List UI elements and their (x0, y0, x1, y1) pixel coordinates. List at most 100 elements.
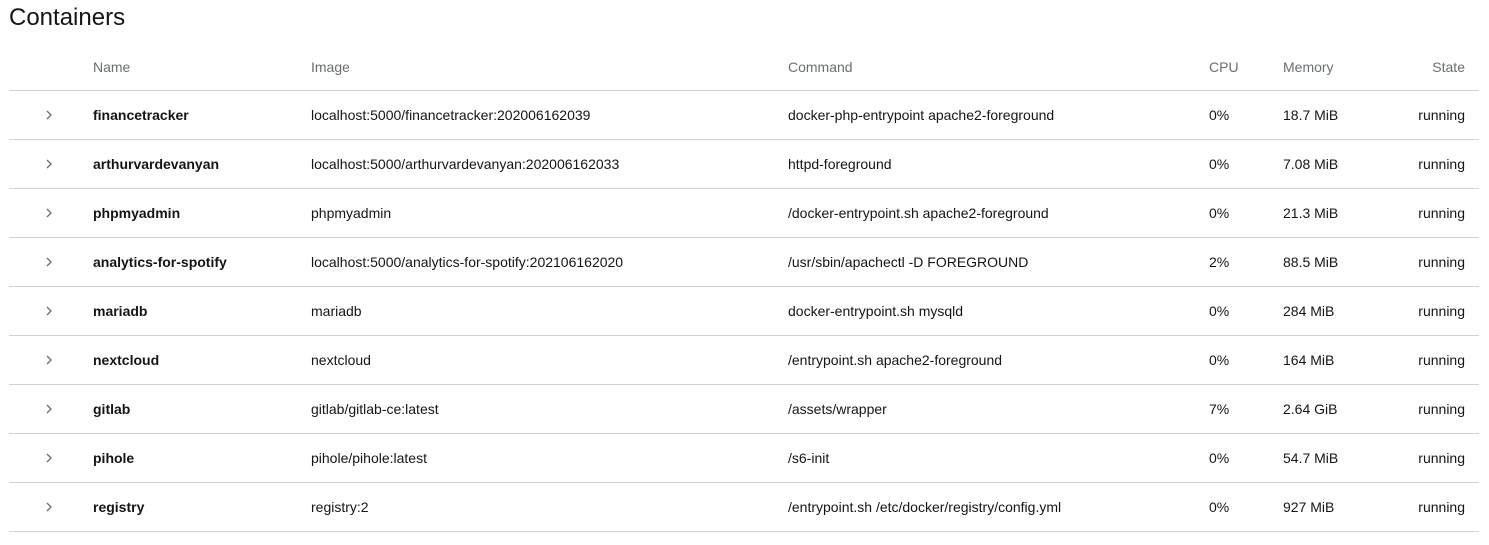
expand-row-button[interactable] (37, 299, 61, 323)
container-cpu: 0% (1209, 205, 1230, 221)
container-state: running (1418, 303, 1465, 319)
table-row[interactable]: mariadb mariadb docker-entrypoint.sh mys… (9, 287, 1479, 336)
expand-row-button[interactable] (37, 250, 61, 274)
container-state: running (1418, 450, 1465, 466)
row-toggle-cell (37, 91, 61, 139)
container-state: running (1418, 499, 1465, 515)
container-name: registry (93, 499, 145, 515)
container-name: mariadb (93, 303, 148, 319)
table-row[interactable]: pihole pihole/pihole:latest /s6-init 0% … (9, 434, 1479, 483)
chevron-right-icon (46, 355, 52, 365)
header-command[interactable]: Command (788, 43, 853, 90)
chevron-right-icon (46, 110, 52, 120)
chevron-right-icon (46, 453, 52, 463)
container-name: analytics-for-spotify (93, 254, 227, 270)
container-name-cell: pihole (93, 434, 134, 482)
container-command: docker-php-entrypoint apache2-foreground (788, 107, 1055, 123)
container-cpu: 0% (1209, 156, 1230, 172)
expand-row-button[interactable] (37, 103, 61, 127)
container-command: docker-entrypoint.sh mysqld (788, 303, 964, 319)
container-memory: 54.7 MiB (1283, 450, 1339, 466)
container-command: /entrypoint.sh apache2-foreground (788, 352, 1003, 368)
table-row[interactable]: registry registry:2 /entrypoint.sh /etc/… (9, 483, 1479, 532)
table-row[interactable]: nextcloud nextcloud /entrypoint.sh apach… (9, 336, 1479, 385)
container-memory: 21.3 MiB (1283, 205, 1339, 221)
container-command: httpd-foreground (788, 156, 892, 172)
row-toggle-cell (37, 189, 61, 237)
container-image: localhost:5000/financetracker:2020061620… (311, 107, 591, 123)
header-image[interactable]: Image (311, 43, 350, 90)
chevron-right-icon (46, 306, 52, 316)
table-row[interactable]: analytics-for-spotify localhost:5000/ana… (9, 238, 1479, 287)
header-name[interactable]: Name (93, 43, 130, 90)
container-memory: 88.5 MiB (1283, 254, 1339, 270)
container-name-cell: nextcloud (93, 336, 159, 384)
expand-row-button[interactable] (37, 397, 61, 421)
container-state: running (1418, 205, 1465, 221)
container-state: running (1418, 352, 1465, 368)
container-name-cell: phpmyadmin (93, 189, 180, 237)
container-command: /docker-entrypoint.sh apache2-foreground (788, 205, 1049, 221)
container-name: gitlab (93, 401, 131, 417)
container-cpu: 0% (1209, 352, 1230, 368)
expand-row-button[interactable] (37, 348, 61, 372)
container-name-cell: analytics-for-spotify (93, 238, 227, 286)
row-toggle-cell (37, 238, 61, 286)
chevron-right-icon (46, 159, 52, 169)
table-body: financetracker localhost:5000/financetra… (9, 91, 1479, 532)
container-cpu: 2% (1209, 254, 1230, 270)
row-toggle-cell (37, 336, 61, 384)
chevron-right-icon (46, 502, 52, 512)
container-cpu: 0% (1209, 450, 1230, 466)
container-image: pihole/pihole:latest (311, 450, 427, 466)
expand-row-button[interactable] (37, 201, 61, 225)
container-name-cell: mariadb (93, 287, 147, 335)
container-memory: 284 MiB (1283, 303, 1335, 319)
container-state: running (1418, 156, 1465, 172)
expand-row-button[interactable] (37, 495, 61, 519)
container-name: pihole (93, 450, 135, 466)
row-toggle-cell (37, 287, 61, 335)
header-state[interactable]: State (1432, 43, 1465, 90)
container-name-cell: gitlab (93, 385, 130, 433)
container-name: arthurvardevanyan (93, 156, 220, 172)
header-memory[interactable]: Memory (1283, 43, 1334, 90)
container-name-cell: arthurvardevanyan (93, 140, 219, 188)
container-state: running (1418, 107, 1465, 123)
container-cpu: 7% (1209, 401, 1230, 417)
container-state: running (1418, 401, 1465, 417)
chevron-right-icon (46, 404, 52, 414)
container-image: localhost:5000/arthurvardevanyan:2020061… (311, 156, 620, 172)
expand-row-button[interactable] (37, 446, 61, 470)
container-image: registry:2 (311, 499, 369, 515)
table-row[interactable]: financetracker localhost:5000/financetra… (9, 91, 1479, 140)
container-image: gitlab/gitlab-ce:latest (311, 401, 439, 417)
container-state: running (1418, 254, 1465, 270)
container-image: nextcloud (311, 352, 371, 368)
container-cpu: 0% (1209, 499, 1230, 515)
container-command: /usr/sbin/apachectl -D FOREGROUND (788, 254, 1029, 270)
expand-row-button[interactable] (37, 152, 61, 176)
chevron-right-icon (46, 257, 52, 267)
container-cpu: 0% (1209, 107, 1230, 123)
container-image: mariadb (311, 303, 362, 319)
container-memory: 18.7 MiB (1283, 107, 1339, 123)
container-memory: 164 MiB (1283, 352, 1335, 368)
row-toggle-cell (37, 434, 61, 482)
container-image: localhost:5000/analytics-for-spotify:202… (311, 254, 624, 270)
table-row[interactable]: gitlab gitlab/gitlab-ce:latest /assets/w… (9, 385, 1479, 434)
chevron-right-icon (46, 208, 52, 218)
table-header: Name Image Command CPU Memory State (9, 43, 1479, 91)
page-title: Containers (9, 4, 126, 31)
table-row[interactable]: arthurvardevanyan localhost:5000/arthurv… (9, 140, 1479, 189)
container-image: phpmyadmin (311, 205, 392, 221)
container-name: nextcloud (93, 352, 160, 368)
header-cpu[interactable]: CPU (1209, 43, 1239, 90)
container-command: /entrypoint.sh /etc/docker/registry/conf… (788, 499, 1062, 515)
container-command: /s6-init (788, 450, 830, 466)
container-memory: 7.08 MiB (1283, 156, 1339, 172)
container-name-cell: financetracker (93, 91, 189, 139)
row-toggle-cell (37, 483, 61, 531)
table-row[interactable]: phpmyadmin phpmyadmin /docker-entrypoint… (9, 189, 1479, 238)
containers-table: Name Image Command CPU Memory State fina… (9, 43, 1479, 532)
